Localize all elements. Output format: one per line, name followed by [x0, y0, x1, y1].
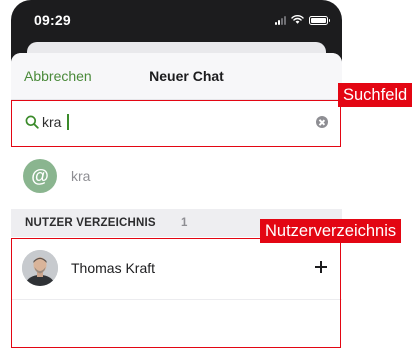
section-title: NUTZER VERZEICHNIS	[25, 217, 156, 229]
at-icon: @	[23, 159, 57, 193]
new-chat-sheet: Abbrechen Neuer Chat @ kra NUTZER VERZEI…	[11, 53, 342, 344]
text-caret	[67, 114, 69, 130]
phone-screen: 09:29 Abbrechen Neuer Chat kra @ kra NUT…	[11, 0, 342, 344]
search-icon	[25, 115, 39, 129]
clear-icon[interactable]	[316, 116, 328, 128]
avatar	[22, 250, 58, 286]
status-bar: 09:29	[11, 0, 342, 40]
sheet-header: Abbrechen Neuer Chat	[11, 53, 342, 100]
user-list-item[interactable]: Thomas Kraft	[11, 237, 342, 300]
search-annotation-label: Suchfeld	[338, 83, 413, 107]
user-name: Thomas Kraft	[71, 260, 156, 276]
battery-icon	[309, 16, 330, 25]
add-icon[interactable]	[315, 261, 327, 273]
section-count: 1	[181, 217, 188, 229]
mention-suggestion[interactable]: @ kra	[11, 146, 342, 209]
signal-icon	[275, 15, 286, 25]
status-icons	[275, 13, 330, 25]
mention-label: kra	[71, 168, 91, 184]
status-time: 09:29	[34, 12, 71, 28]
sheet-title: Neuer Chat	[149, 68, 224, 84]
wifi-icon	[291, 15, 304, 24]
search-field[interactable]	[11, 100, 342, 146]
search-input[interactable]	[42, 112, 292, 132]
directory-annotation-label: Nutzerverzeichnis	[260, 219, 402, 243]
